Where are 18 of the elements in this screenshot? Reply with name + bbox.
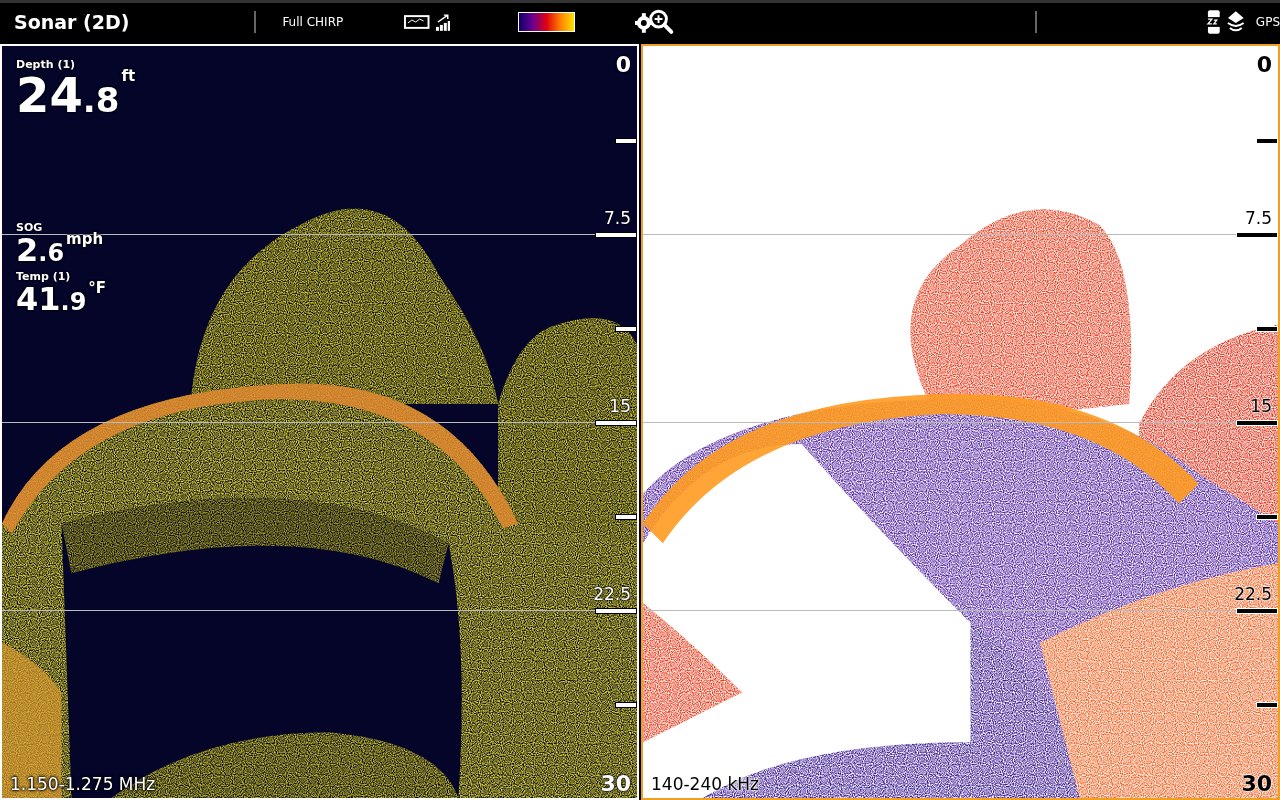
- depth-scale-label: 15: [609, 396, 631, 416]
- depth-scale-label: 0: [1256, 52, 1272, 77]
- readout-label: Depth (1): [16, 58, 76, 71]
- depth-scale-label: 30: [600, 771, 631, 796]
- gps-status[interactable]: GPS: [1255, 14, 1280, 29]
- depth-scale-label: 7.5: [1244, 208, 1272, 228]
- depth-scale-label: 0: [615, 52, 631, 77]
- readout-value: 2.6$^{mph}$: [16, 234, 104, 266]
- depth-scale-label: 15: [1250, 396, 1272, 416]
- sonar-mode-label[interactable]: Full CHIRP: [282, 14, 344, 29]
- screen-title: Sonar (2D): [14, 10, 131, 33]
- readout-label: SOG: [16, 221, 43, 234]
- readout-label: Temp (1): [16, 270, 71, 283]
- depth-scale-label: 22.5: [1234, 584, 1272, 604]
- depth-scale-label: 22.5: [593, 584, 631, 604]
- depth-scale-label: 7.5: [603, 208, 631, 228]
- readout-value: 41.9$^{°F}$: [16, 283, 107, 315]
- depth-scale-label: 30: [1241, 771, 1272, 796]
